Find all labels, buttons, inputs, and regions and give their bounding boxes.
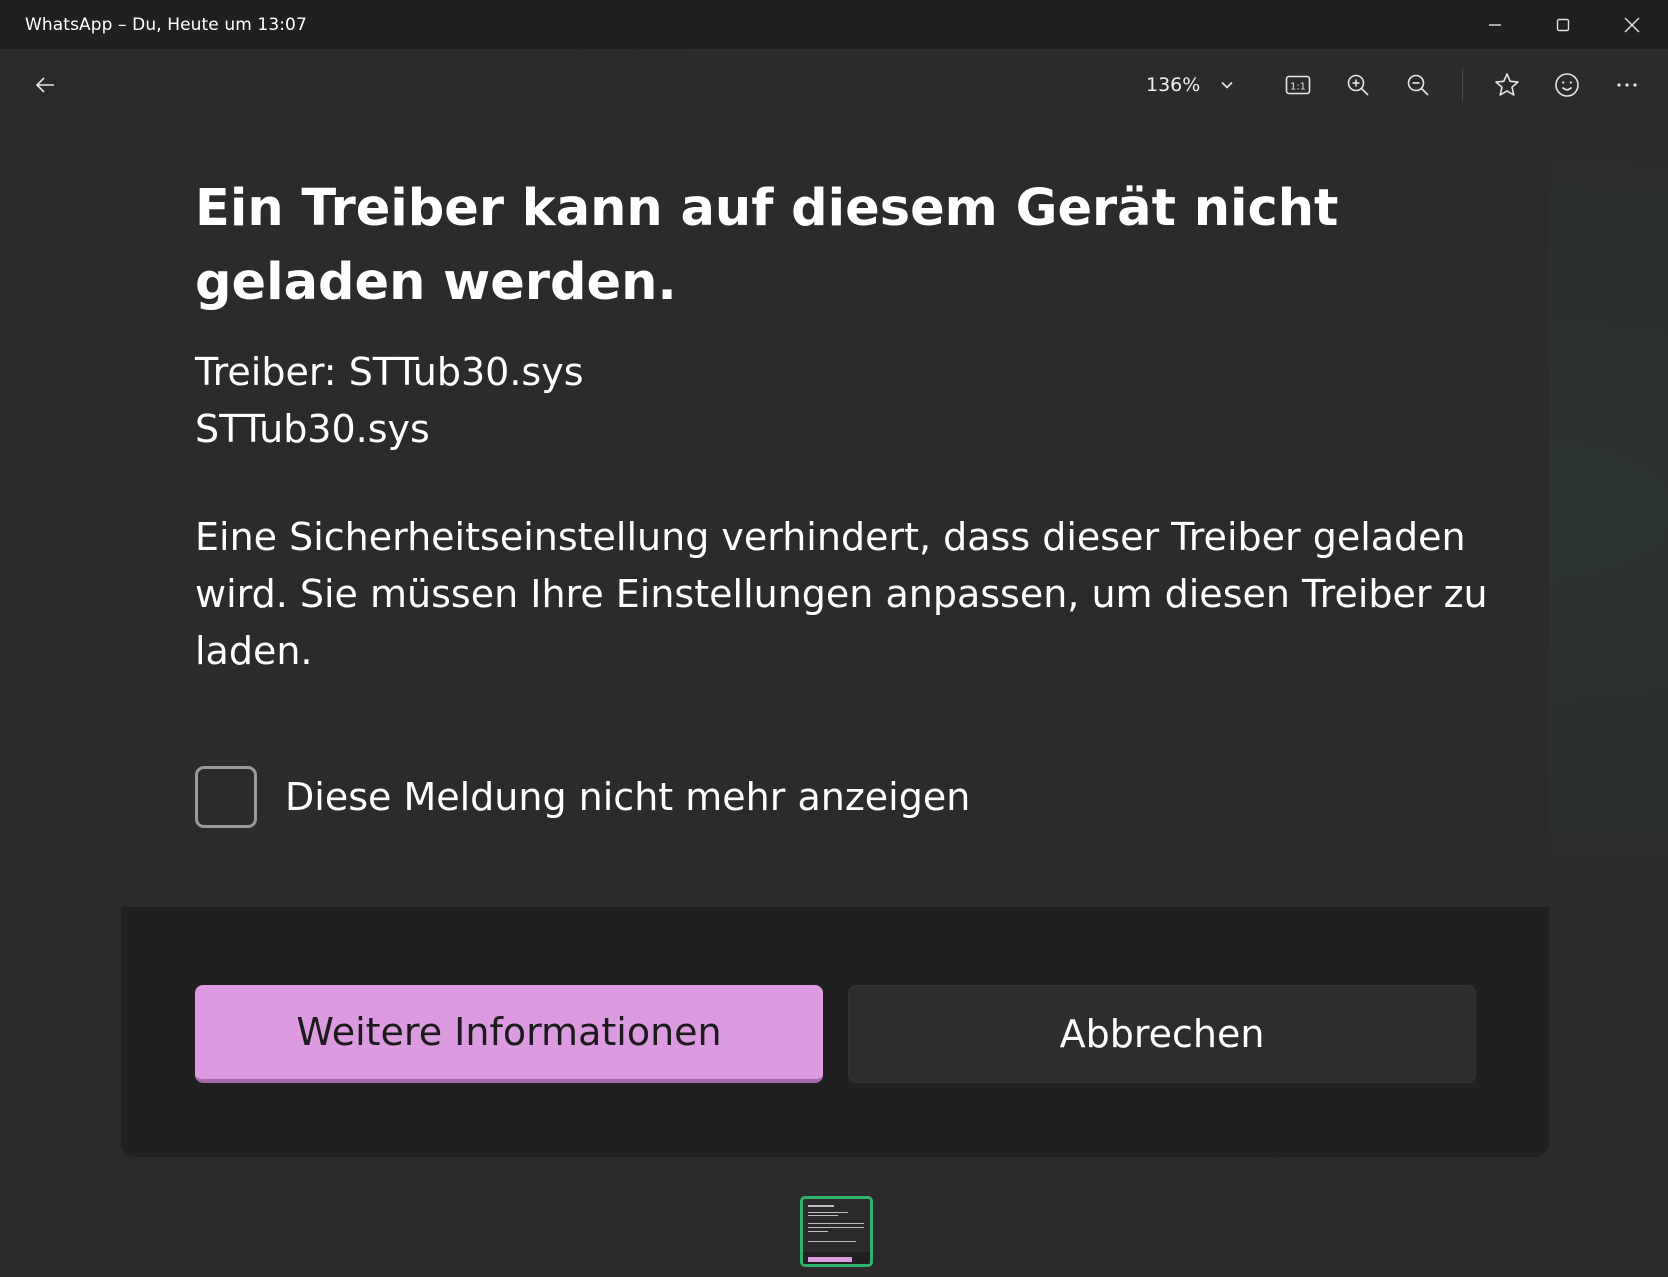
thumbnail-line [808,1205,834,1207]
zoom-in-button[interactable] [1338,65,1378,105]
maximize-icon [1556,18,1570,31]
cancel-button: Abbrechen [848,985,1476,1083]
close-button[interactable] [1599,0,1665,49]
filmstrip-thumbnail[interactable] [800,1196,873,1267]
dont-show-again-checkbox [195,766,257,828]
svg-text:1:1: 1:1 [1290,82,1306,93]
driver-label: Treiber: STTub30.sys [195,350,584,394]
dialog-body: Ein Treiber kann auf diesem Gerät nicht … [121,144,1549,907]
more-info-button: Weitere Informationen [195,985,823,1083]
back-arrow-icon [35,77,54,93]
more-button[interactable] [1607,65,1647,105]
actual-size-button[interactable]: 1:1 [1278,65,1318,105]
close-icon [1624,17,1640,32]
toolbar: 136% 1:1 [0,49,1668,121]
zoom-dropdown[interactable]: 136% [1146,65,1234,105]
thumbnail-line [808,1223,864,1224]
zoom-in-icon [1347,74,1369,96]
minimize-icon [1489,23,1501,26]
back-button[interactable] [25,65,65,105]
thumbnail-line [808,1215,838,1216]
minimize-button[interactable] [1462,0,1528,49]
dialog-footer: Weitere Informationen Abbrechen [121,907,1549,1157]
star-icon [1495,73,1519,96]
maximize-button[interactable] [1530,0,1596,49]
thumbnail-button [808,1257,852,1262]
toolbar-divider [1462,69,1463,101]
dialog-message: Eine Sicherheitseinstellung verhindert, … [195,515,1488,673]
more-icon [1617,83,1637,87]
thumbnail-line [808,1212,848,1213]
thumbnail-line [808,1241,856,1242]
window-title: WhatsApp – Du, Heute um 13:07 [25,15,307,35]
driver-file: STTub30.sys [195,407,430,451]
zoom-out-icon [1407,74,1429,96]
displayed-image-dialog: Ein Treiber kann auf diesem Gerät nicht … [121,144,1549,1157]
title-bar: WhatsApp – Du, Heute um 13:07 [0,0,1668,49]
favorite-button[interactable] [1487,65,1527,105]
checkbox-label: Diese Meldung nicht mehr anzeigen [285,775,971,819]
thumbnail-line [808,1231,828,1232]
dialog-title: Ein Treiber kann auf diesem Gerät nicht … [195,179,1339,312]
emoji-icon [1555,73,1579,97]
emoji-button[interactable] [1547,65,1587,105]
actual-size-icon: 1:1 [1285,75,1311,95]
zoom-out-button[interactable] [1398,65,1438,105]
zoom-level: 136% [1146,74,1201,96]
dont-show-again-row: Diese Meldung nicht mehr anzeigen [195,766,970,828]
photo-viewer-window: WhatsApp – Du, Heute um 13:07 136% 1:1 E… [0,0,1668,1277]
thumbnail-line [808,1227,864,1228]
chevron-down-icon [1221,81,1233,89]
